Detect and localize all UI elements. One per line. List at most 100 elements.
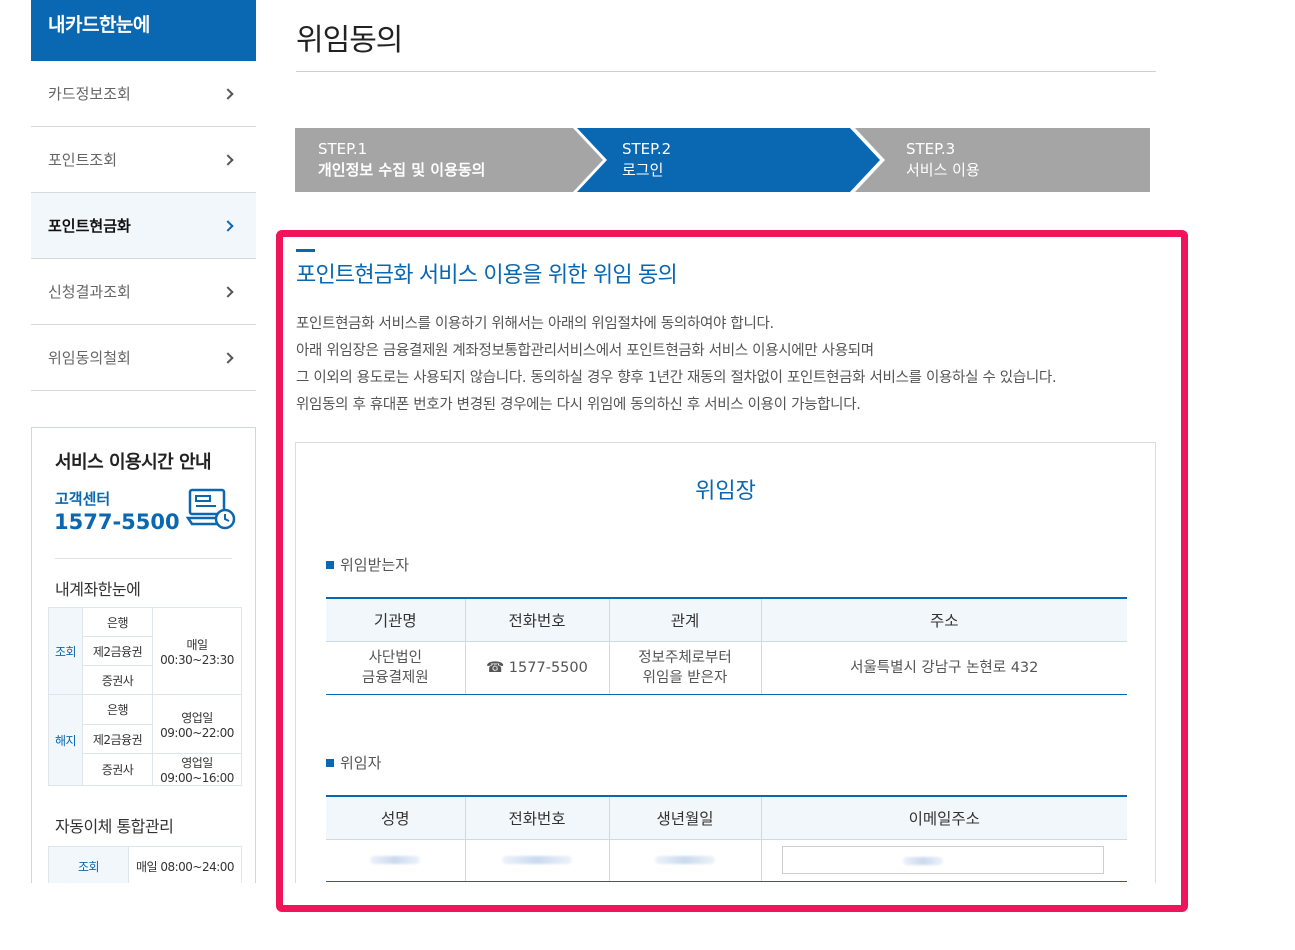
grantor-label: 위임자 <box>326 752 381 773</box>
org-line: 사단법인 <box>368 649 422 666</box>
column-header: 성명 <box>326 795 465 840</box>
cancel-hours-1: 영업일 09:00~22:00 <box>152 694 242 754</box>
securities-label: 증권사 <box>82 665 153 695</box>
grantee-label: 위임받는자 <box>326 554 409 575</box>
column-header: 전화번호 <box>464 795 609 840</box>
second-finance-label: 제2금융권 <box>82 724 153 754</box>
autotransfer-hours: 매일 08:00~24:00 <box>128 846 242 883</box>
account-hours-table: 조회 은행 매일 00:30~23:30 제2금융권 증권사 해지 은행 영업일… <box>48 607 242 786</box>
chevron-right-icon <box>222 219 234 232</box>
masked-value <box>902 857 943 865</box>
square-bullet-icon <box>326 758 334 767</box>
document-title: 위임장 <box>695 479 756 504</box>
email-field[interactable] <box>781 846 1104 874</box>
chevron-right-icon <box>222 153 234 166</box>
cancel-weekday: 영업일 <box>181 710 213 725</box>
step-1: STEP.1 개인정보 수집 및 이용동의 <box>295 128 485 192</box>
chevron-right-icon <box>222 87 234 100</box>
cancel-time-2: 09:00~16:00 <box>160 771 234 785</box>
autotransfer-inquiry-category: 조회 <box>48 846 129 883</box>
title-divider <box>296 71 1156 72</box>
column-header: 주소 <box>760 597 1127 642</box>
section-title-bar <box>296 249 315 252</box>
sidebar-item-label: 위임동의철회 <box>48 349 131 367</box>
step-2-number: STEP.2 <box>622 140 672 158</box>
relation-line: 위임을 받은자 <box>642 669 728 686</box>
second-finance-label: 제2금융권 <box>82 636 153 666</box>
sidebar-item-result-inquiry[interactable]: 신청결과조회 <box>31 259 256 325</box>
service-hours-box: 서비스 이용시간 안내 고객센터 1577-5500 내계좌한눈에 조회 은행 … <box>31 427 256 883</box>
intro-line: 그 이외의 용도로는 사용되지 않습니다. 동의하실 경우 향후 1년간 재동의… <box>296 370 1057 386</box>
securities-label: 증권사 <box>82 753 153 786</box>
cancel-category: 해지 <box>48 694 83 786</box>
sidebar-item-point-cash[interactable]: 포인트현금화 <box>31 193 256 259</box>
email-cell <box>760 839 1127 882</box>
inquiry-hours: 매일 00:30~23:30 <box>152 607 242 695</box>
sidebar-item-consent-withdraw[interactable]: 위임동의철회 <box>31 325 256 391</box>
column-header: 생년월일 <box>608 795 761 840</box>
sidebar-item-point-inquiry[interactable]: 포인트조회 <box>31 127 256 193</box>
step-3-label: 서비스 이용 <box>906 161 980 179</box>
column-header: 이메일주소 <box>760 795 1127 840</box>
sidebar-item-label: 신청결과조회 <box>48 283 131 301</box>
step-2-label: 로그인 <box>622 161 664 179</box>
sidebar-menu: 카드정보조회 포인트조회 포인트현금화 신청결과조회 위임동의철회 <box>31 61 256 391</box>
cancel-weekday: 영업일 <box>181 756 213 770</box>
phone-cell <box>464 839 609 882</box>
intro-text: 포인트현금화 서비스를 이용하기 위해서는 아래의 위임절차에 동의하여야 합니… <box>296 311 1057 419</box>
call-center-label: 고객센터 <box>55 490 111 508</box>
grantor-label-text: 위임자 <box>340 754 382 772</box>
step-1-number: STEP.1 <box>318 140 368 158</box>
inquiry-daily: 매일 <box>186 637 208 652</box>
intro-line: 아래 위임장은 금융결제원 계좌정보통합관리서비스에서 포인트현금화 서비스 이… <box>296 343 874 359</box>
sidebar-item-label: 포인트조회 <box>48 151 118 169</box>
bank-label: 은행 <box>82 694 153 725</box>
step-1-label: 개인정보 수집 및 이용동의 <box>318 161 486 179</box>
inquiry-time: 00:30~23:30 <box>160 652 234 667</box>
sidebar: 내카드한눈에 카드정보조회 포인트조회 포인트현금화 신청결과조회 위임동의철회 <box>31 0 256 391</box>
chevron-right-icon <box>222 351 234 364</box>
grantee-table: 기관명 전화번호 관계 주소 사단법인 금융결제원 ☎ 1577-5500 정보… <box>326 597 1127 695</box>
table-row: 사단법인 금융결제원 ☎ 1577-5500 정보주체로부터 위임을 받은자 서… <box>326 641 1127 695</box>
square-bullet-icon <box>326 560 334 569</box>
call-center-number: 1577-5500 <box>54 510 180 534</box>
relation-cell: 정보주체로부터 위임을 받은자 <box>608 641 761 695</box>
inquiry-category: 조회 <box>48 607 83 695</box>
bank-label: 은행 <box>82 607 153 637</box>
address-cell: 서울특별시 강남구 논현로 432 <box>760 641 1127 695</box>
birthdate-cell <box>608 839 761 882</box>
service-hours-title: 서비스 이용시간 안내 <box>55 452 212 473</box>
column-header: 기관명 <box>326 597 465 642</box>
column-header: 전화번호 <box>464 597 609 642</box>
page-title: 위임동의 <box>296 23 403 58</box>
grantor-table: 성명 전화번호 생년월일 이메일주소 <box>326 795 1127 882</box>
phone-cell: ☎ 1577-5500 <box>464 641 609 695</box>
name-cell <box>326 839 465 882</box>
org-cell: 사단법인 금융결제원 <box>326 641 465 695</box>
step-3-number: STEP.3 <box>906 140 956 158</box>
sidebar-item-label: 포인트현금화 <box>48 217 131 235</box>
org-line: 금융결제원 <box>361 669 429 686</box>
autotransfer-title: 자동이체 통합관리 <box>55 817 174 836</box>
sidebar-item-card-info[interactable]: 카드정보조회 <box>31 61 256 127</box>
chevron-right-icon <box>222 285 234 298</box>
section-title: 포인트현금화 서비스 이용을 위한 위임 동의 <box>296 263 678 288</box>
grantee-label-text: 위임받는자 <box>340 556 410 574</box>
cancel-time-1: 09:00~22:00 <box>160 725 234 740</box>
intro-line: 위임동의 후 휴대폰 번호가 변경된 경우에는 다시 위임에 동의하신 후 서비… <box>296 397 861 413</box>
sidebar-header[interactable]: 내카드한눈에 <box>31 0 256 61</box>
intro-line: 포인트현금화 서비스를 이용하기 위해서는 아래의 위임절차에 동의하여야 합니… <box>296 316 774 332</box>
sidebar-item-label: 카드정보조회 <box>48 85 131 103</box>
step-3: STEP.3 서비스 이용 <box>883 128 980 192</box>
table-row <box>326 839 1127 882</box>
account-section-title: 내계좌한눈에 <box>55 580 141 599</box>
step-progress: STEP.1 개인정보 수집 및 이용동의 STEP.2 로그인 STEP.3 … <box>295 128 1150 192</box>
step-2: STEP.2 로그인 <box>599 128 671 192</box>
relation-line: 정보주체로부터 <box>638 649 732 666</box>
column-header: 관계 <box>608 597 761 642</box>
masked-value <box>655 856 715 864</box>
power-of-attorney-document: 위임장 위임받는자 기관명 전화번호 관계 주소 사단법인 금융결제원 ☎ 15… <box>295 442 1156 883</box>
customer-center-icon <box>186 488 236 530</box>
cancel-hours-2: 영업일 09:00~16:00 <box>152 753 242 786</box>
autotransfer-hours-table: 조회 매일 08:00~24:00 <box>48 846 242 883</box>
